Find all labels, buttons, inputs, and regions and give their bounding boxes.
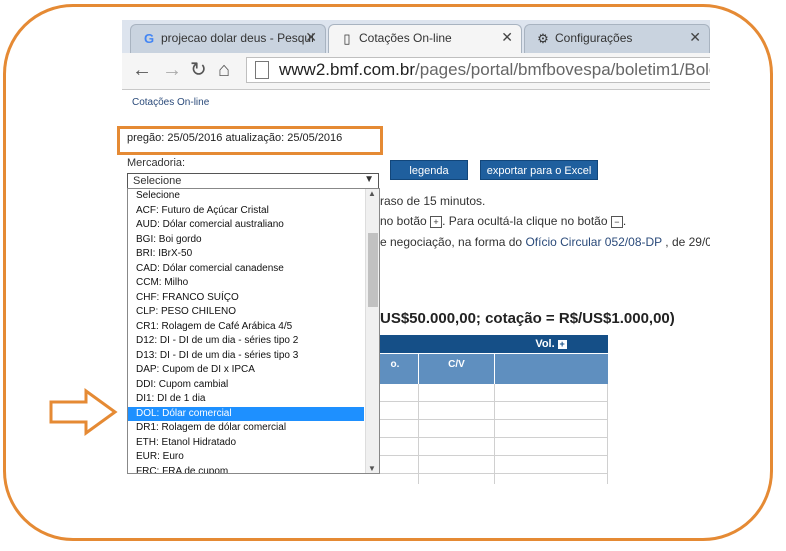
tab-google-search[interactable]: G projecao dolar deus - Pesqui ✕	[130, 24, 326, 53]
dropdown-option[interactable]: DI1: DI de 1 dia	[128, 392, 364, 407]
info-text: e negociação, na forma do	[380, 235, 526, 249]
scrollbar-thumb[interactable]	[368, 233, 378, 307]
scroll-down-icon[interactable]: ▼	[368, 464, 376, 473]
dropdown-option[interactable]: ETH: Etanol Hidratado	[128, 436, 364, 451]
gear-icon: ⚙	[537, 31, 549, 46]
dropdown-arrow-icon[interactable]: ▼	[364, 174, 374, 185]
info-text: raso de 15 minutos.	[380, 194, 486, 208]
info-text: , de 29/0	[661, 235, 710, 249]
scrollbar[interactable]: ▲ ▼	[365, 189, 379, 473]
mercadoria-select[interactable]: Selecione ▼	[127, 173, 379, 189]
legenda-button[interactable]: legenda	[390, 160, 468, 180]
dropdown-option[interactable]: DOL: Dólar comercial	[128, 406, 364, 421]
tab-configuracoes[interactable]: ⚙ Configurações ✕	[524, 24, 710, 53]
url-host: www2.bmf.com.br	[279, 60, 416, 79]
table-header: Vol. +	[372, 335, 608, 353]
dropdown-option[interactable]: BGI: Boi gordo	[128, 233, 364, 248]
table-row	[372, 438, 608, 456]
page-content: Cotações On-line pregão: 25/05/2016 atua…	[122, 90, 710, 530]
vol-label: Vol.	[535, 338, 555, 350]
dropdown-option[interactable]: CLP: PESO CHILENO	[128, 305, 364, 320]
url-path: /pages/portal/bmfbovespa/boletim1/Boleti…	[415, 60, 710, 79]
dropdown-option[interactable]: BRI: IBrX-50	[128, 247, 364, 262]
table-heading: US$50.000,00; cotação = R$/US$1.000,00)	[380, 310, 675, 327]
page-icon: ▯	[343, 31, 351, 46]
column-header-cv: C/V	[418, 354, 494, 384]
export-excel-button[interactable]: exportar para o Excel	[480, 160, 598, 180]
scroll-up-icon[interactable]: ▲	[368, 189, 376, 198]
dropdown-option[interactable]: CCM: Milho	[128, 276, 364, 291]
browser-window: G projecao dolar deus - Pesqui ✕ ▯ Cotaç…	[122, 20, 710, 530]
home-icon[interactable]: ⌂	[218, 59, 230, 81]
close-icon[interactable]: ✕	[689, 29, 701, 46]
dropdown-option[interactable]: D13: DI - DI de um dia - séries tipo 3	[128, 349, 364, 364]
dropdown-option[interactable]: DR1: Rolagem de dólar comercial	[128, 421, 364, 436]
tab-label: Configurações	[555, 31, 633, 45]
close-icon[interactable]: ✕	[501, 29, 513, 46]
dropdown-option[interactable]: DAP: Cupom de DI x IPCA	[128, 363, 364, 378]
quotes-table: Vol. + o. C/V	[372, 335, 608, 485]
column-divider	[418, 384, 419, 484]
dropdown-option[interactable]: DDI: Cupom cambial	[128, 378, 364, 393]
forward-arrow-icon[interactable]: →	[162, 59, 182, 81]
dropdown-option[interactable]: EUR: Euro	[128, 450, 364, 465]
browser-toolbar: ← → ↻ ⌂ www2.bmf.com.br/pages/portal/bmf…	[122, 53, 710, 90]
tab-label: Cotações On-line	[359, 31, 452, 45]
table-row	[372, 456, 608, 474]
table-subheader: o. C/V	[372, 354, 608, 384]
dropdown-option[interactable]: CAD: Dólar comercial canadense	[128, 262, 364, 277]
select-value: Selecione	[133, 175, 182, 187]
tab-label: projecao dolar deus - Pesqui	[161, 31, 314, 45]
breadcrumb[interactable]: Cotações On-line	[132, 97, 209, 108]
pregao-highlight-box	[117, 126, 383, 155]
dropdown-option[interactable]: CHF: FRANCO SUÍÇO	[128, 291, 364, 306]
info-line-1: raso de 15 minutos.	[380, 194, 485, 208]
dropdown-option[interactable]: Selecione	[128, 189, 364, 204]
oficio-circular-link[interactable]: Ofício Circular 052/08-DP	[525, 235, 662, 249]
tab-cotacoes[interactable]: ▯ Cotações On-line ✕	[328, 24, 522, 53]
close-icon[interactable]: ✕	[305, 29, 317, 46]
table-row	[372, 420, 608, 438]
arrow-pointer-icon	[49, 388, 118, 436]
plus-icon[interactable]: +	[557, 339, 567, 349]
column-divider	[494, 384, 495, 484]
dropdown-option[interactable]: D12: DI - DI de um dia - séries tipo 2	[128, 334, 364, 349]
vol-header: Vol. +	[494, 335, 608, 353]
column-divider	[607, 384, 608, 484]
tab-bar: G projecao dolar deus - Pesqui ✕ ▯ Cotaç…	[122, 20, 710, 53]
dropdown-option[interactable]: CR1: Rolagem de Café Arábica 4/5	[128, 320, 364, 335]
column-header-empty	[494, 354, 608, 384]
reload-icon[interactable]: ↻	[190, 59, 207, 81]
page-icon	[255, 61, 269, 79]
info-line-2: no botão +. Para ocultá-la clique no bot…	[380, 214, 626, 228]
dropdown-option[interactable]: AUD: Dólar comercial australiano	[128, 218, 364, 233]
table-row	[372, 384, 608, 402]
table-row	[372, 402, 608, 420]
info-text: . Para ocultá-la clique no botão	[442, 214, 608, 228]
back-arrow-icon[interactable]: ←	[132, 59, 152, 81]
dropdown-option[interactable]: FRC: FRA de cupom	[128, 465, 364, 474]
info-text: no botão	[380, 214, 427, 228]
minus-icon[interactable]: −	[610, 215, 623, 228]
google-icon: G	[143, 31, 155, 46]
plus-icon[interactable]: +	[430, 215, 443, 228]
info-line-3: e negociação, na forma do Ofício Circula…	[380, 235, 710, 249]
address-bar[interactable]: www2.bmf.com.br/pages/portal/bmfbovespa/…	[246, 57, 710, 83]
mercadoria-dropdown-list[interactable]: FRC: FRA de cupom EUR: Euro ETH: Etanol Hi…	[127, 188, 380, 474]
mercadoria-label: Mercadoria:	[127, 157, 186, 169]
dropdown-option[interactable]: ACF: Futuro de Açúcar Cristal	[128, 204, 364, 219]
info-text: .	[622, 214, 627, 228]
